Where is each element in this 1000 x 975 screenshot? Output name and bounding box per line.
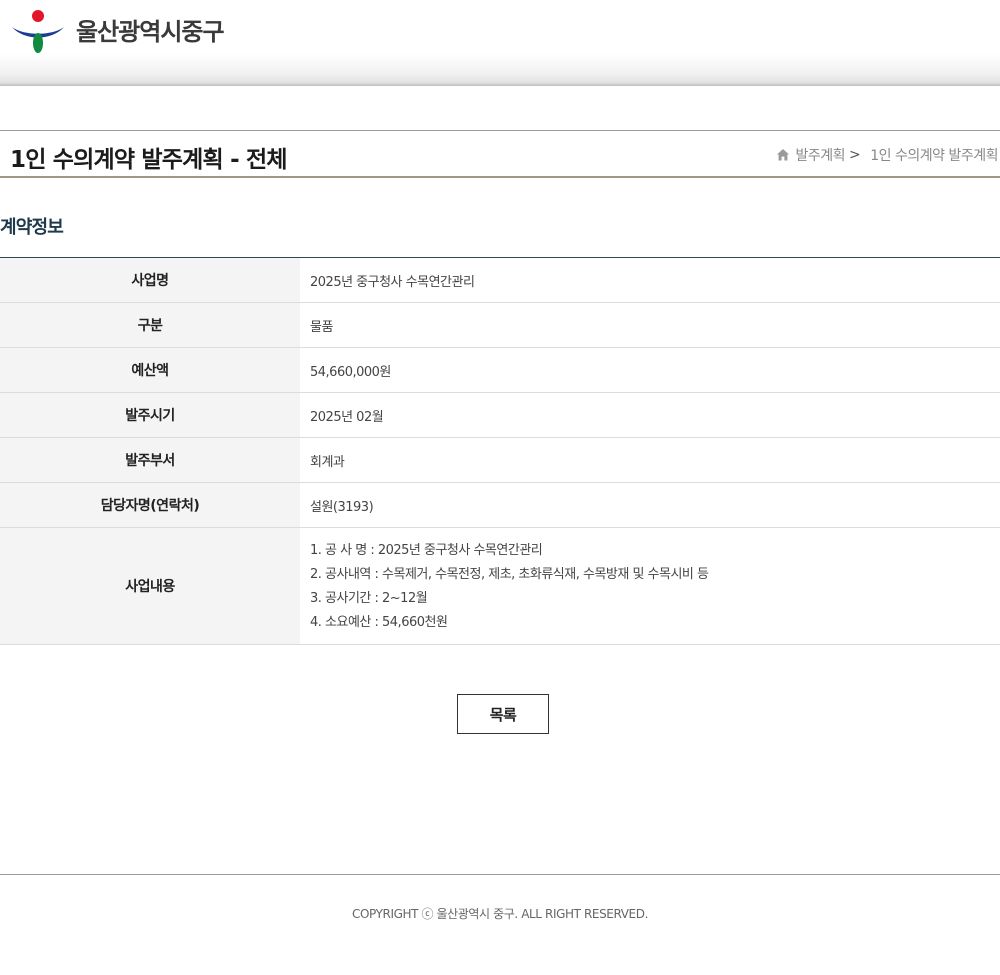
site-header: 울산광역시중구 (0, 0, 1000, 86)
page-title: 1인 수의계약 발주계획 - 전체 (10, 147, 288, 173)
row-value-budget: 54,660,000원 (300, 347, 1000, 393)
table-row: 발주부서 회계과 (0, 437, 1000, 483)
logo-emblem-icon (12, 10, 64, 53)
row-label-department: 발주부서 (0, 437, 300, 483)
table-row: 예산액 54,660,000원 (0, 347, 1000, 393)
logo-text: 울산광역시중구 (76, 18, 225, 46)
table-row: 구분 물품 (0, 302, 1000, 348)
table-row: 담당자명(연락처) 설원(3193) (0, 482, 1000, 528)
row-value-order-period: 2025년 02월 (300, 392, 1000, 438)
copyright-text: COPYRIGHT ⓒ 울산광역시 중구. ALL RIGHT RESERVED… (352, 907, 648, 921)
row-value-department: 회계과 (300, 437, 1000, 483)
table-row: 발주시기 2025년 02월 (0, 392, 1000, 438)
table-row: 사업내용 1. 공 사 명 : 2025년 중구청사 수목연간관리 2. 공사내… (0, 527, 1000, 645)
content-line: 3. 공사기간 : 2~12월 (310, 591, 428, 606)
breadcrumb-item-current[interactable]: 1인 수의계약 발주계획 (870, 145, 998, 165)
row-value-contact: 설원(3193) (300, 482, 1000, 528)
row-label-category: 구분 (0, 302, 300, 348)
footer: COPYRIGHT ⓒ 울산광역시 중구. ALL RIGHT RESERVED… (0, 874, 1000, 975)
row-label-contact: 담당자명(연락처) (0, 482, 300, 528)
contract-info-table: 사업명 2025년 중구청사 수목연간관리 구분 물품 예산액 54,660,0… (0, 257, 1000, 645)
content-line: 4. 소요예산 : 54,660천원 (310, 615, 448, 630)
row-label-budget: 예산액 (0, 347, 300, 393)
list-button[interactable]: 목록 (457, 694, 549, 734)
content-line: 1. 공 사 명 : 2025년 중구청사 수목연간관리 (310, 543, 543, 558)
title-bar: 1인 수의계약 발주계획 - 전체 발주계획 > 1인 수의계약 발주계획 (0, 130, 1000, 178)
home-icon[interactable] (776, 148, 790, 162)
row-value-project-content: 1. 공 사 명 : 2025년 중구청사 수목연간관리 2. 공사내역 : 수… (300, 527, 1000, 645)
table-row: 사업명 2025년 중구청사 수목연간관리 (0, 257, 1000, 303)
row-label-project-content: 사업내용 (0, 527, 300, 645)
section-title: 계약정보 (0, 217, 64, 238)
content-line: 2. 공사내역 : 수목제거, 수목전정, 제초, 초화류식재, 수목방재 및 … (310, 567, 709, 582)
logo[interactable]: 울산광역시중구 (10, 10, 225, 54)
row-label-project-name: 사업명 (0, 257, 300, 303)
row-value-project-name: 2025년 중구청사 수목연간관리 (300, 257, 1000, 303)
breadcrumb-item-plan[interactable]: 발주계획 (796, 145, 846, 165)
breadcrumb: 발주계획 > 1인 수의계약 발주계획 (776, 145, 998, 165)
row-label-order-period: 발주시기 (0, 392, 300, 438)
row-value-category: 물품 (300, 302, 1000, 348)
breadcrumb-separator: > (849, 147, 861, 163)
